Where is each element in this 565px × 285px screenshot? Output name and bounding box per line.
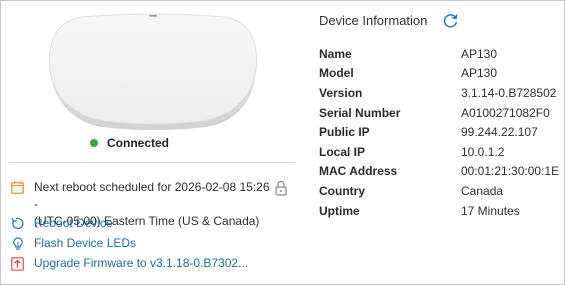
- info-row-country: Country Canada: [319, 181, 559, 201]
- info-value: 10.0.1.2: [461, 144, 505, 159]
- device-panel: Connected Next reboot scheduled for 2026…: [0, 0, 565, 285]
- info-label: Serial Number: [319, 105, 401, 120]
- info-value: 17 Minutes: [461, 203, 520, 218]
- reboot-icon: [10, 215, 25, 232]
- upgrade-firmware-action[interactable]: Upgrade Firmware to v3.1.18-0.B7302...: [10, 255, 248, 272]
- calendar-icon: [10, 179, 25, 196]
- info-row-local-ip: Local IP 10.0.1.2: [319, 142, 559, 162]
- device-image: [48, 13, 258, 130]
- info-label: Public IP: [319, 125, 370, 140]
- connection-status: Connected: [90, 136, 169, 150]
- info-value: AP130: [461, 46, 498, 61]
- info-label: Model: [319, 66, 354, 81]
- bulb-icon: [10, 235, 25, 252]
- upload-icon: [10, 255, 25, 272]
- info-row-mac-address: MAC Address 00:01:21:30:00:1E: [319, 162, 559, 182]
- info-row-name: Name AP130: [319, 44, 559, 64]
- reboot-device-link[interactable]: Reboot Device: [34, 215, 113, 232]
- info-row-serial-number: Serial Number A0100271082F0: [319, 103, 559, 123]
- lock-icon[interactable]: [275, 180, 287, 196]
- refresh-icon[interactable]: [442, 12, 459, 29]
- info-value: 3.1.14-0.B728502: [461, 85, 557, 100]
- info-label: MAC Address: [319, 164, 398, 179]
- info-value: A0100271082F0: [461, 105, 550, 120]
- info-label: Country: [319, 183, 365, 198]
- flash-leds-link[interactable]: Flash Device LEDs: [34, 235, 136, 252]
- info-value: Canada: [461, 183, 504, 198]
- info-label: Name: [319, 46, 352, 61]
- info-row-model: Model AP130: [319, 64, 559, 84]
- device-info-header: Device Information: [319, 12, 459, 29]
- divider: [9, 162, 295, 163]
- info-value: AP130: [461, 66, 498, 81]
- status-label: Connected: [107, 136, 170, 150]
- info-value: 99.244.22.107: [461, 125, 538, 140]
- status-dot-icon: [90, 139, 98, 147]
- device-info-table: Name AP130 Model AP130 Version 3.1.14-0.…: [319, 44, 559, 220]
- flash-leds-action[interactable]: Flash Device LEDs: [10, 235, 136, 252]
- upgrade-firmware-link[interactable]: Upgrade Firmware to v3.1.18-0.B7302...: [34, 255, 248, 272]
- info-label: Local IP: [319, 144, 366, 159]
- info-row-version: Version 3.1.14-0.B728502: [319, 83, 559, 103]
- info-row-uptime: Uptime 17 Minutes: [319, 201, 559, 221]
- reboot-device-action[interactable]: Reboot Device: [10, 215, 113, 232]
- info-row-public-ip: Public IP 99.244.22.107: [319, 122, 559, 142]
- device-info-title: Device Information: [319, 13, 428, 28]
- info-label: Uptime: [319, 203, 360, 218]
- reboot-schedule-line-1: Next reboot scheduled for 2026-02-08 15:…: [34, 180, 270, 211]
- info-value: 00:01:21:30:00:1E: [461, 164, 560, 179]
- info-label: Version: [319, 85, 363, 100]
